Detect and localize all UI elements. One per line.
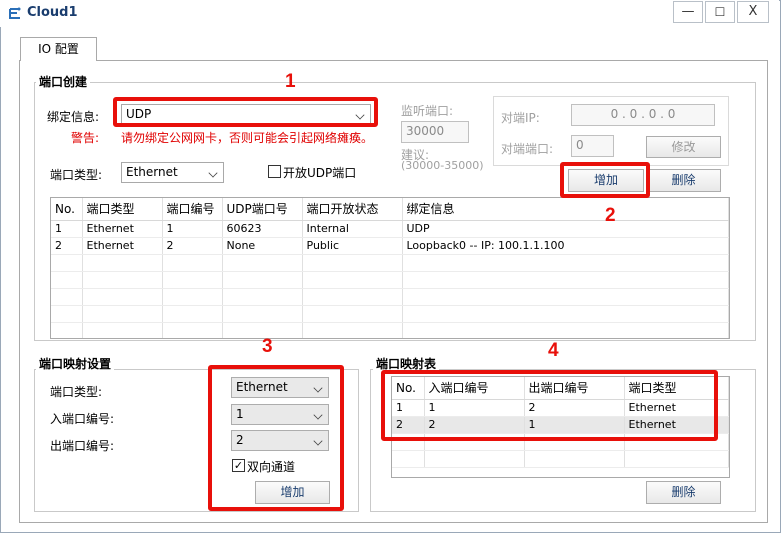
- warning-text: 请勿绑定公网网卡，否则可能会引起网络瘫痪。: [121, 131, 374, 145]
- modify-button[interactable]: 修改: [646, 136, 721, 158]
- port-table: No. 端口类型 端口编号 UDP端口号 端口开放状态 绑定信息 1 Ether…: [50, 197, 730, 339]
- table-cell: 2: [162, 237, 223, 255]
- column-header[interactable]: 端口类型: [82, 198, 163, 221]
- port-creation-title: 端口创建: [36, 73, 91, 90]
- table-cell: 1: [424, 399, 525, 417]
- table-cell: Ethernet: [624, 416, 729, 434]
- map-port-type-label: 端口类型:: [50, 385, 103, 399]
- bind-info-select[interactable]: UDP: [121, 104, 371, 125]
- bind-info-label: 绑定信息:: [47, 110, 100, 124]
- in-port-label: 入端口编号:: [50, 412, 115, 426]
- out-port-select[interactable]: 2: [231, 430, 329, 451]
- port-type-select[interactable]: Ethernet: [121, 162, 224, 183]
- column-header[interactable]: UDP端口号: [222, 198, 303, 221]
- out-port-label: 出端口编号:: [50, 439, 115, 453]
- listen-port-input[interactable]: 30000: [401, 121, 469, 143]
- listen-port-label: 监听端口:: [401, 104, 454, 118]
- table-cell: 1: [524, 416, 625, 434]
- peer-port-input[interactable]: 0: [571, 135, 614, 157]
- annotation-number-1: 1: [285, 71, 296, 92]
- column-header[interactable]: 入端口编号: [424, 377, 525, 400]
- add-mapping-button[interactable]: 增加: [255, 481, 330, 504]
- cloud-app-icon: [7, 6, 23, 22]
- annotation-number-4: 4: [548, 340, 559, 361]
- table-cell: 1: [162, 220, 223, 238]
- table-cell: 2: [392, 416, 425, 434]
- warning-label: 警告:: [71, 131, 100, 145]
- table-cell: 1: [392, 399, 425, 417]
- mapping-table-title: 端口映射表: [373, 355, 440, 372]
- port-type-value: Ethernet: [126, 165, 178, 179]
- bind-info-value: UDP: [126, 107, 152, 121]
- empty-row: [51, 271, 729, 289]
- peer-port-label: 对端端口:: [501, 142, 554, 156]
- open-udp-checkbox[interactable]: [268, 165, 281, 178]
- port-type-label: 端口类型:: [50, 168, 103, 182]
- peer-ip-input[interactable]: 0 . 0 . 0 . 0: [571, 104, 715, 126]
- column-header[interactable]: 端口开放状态: [302, 198, 403, 221]
- chevron-down-icon: [313, 436, 323, 446]
- add-port-button[interactable]: 增加: [568, 169, 644, 192]
- table-cell: 2: [424, 416, 525, 434]
- table-row[interactable]: 2 Ethernet 2 None Public Loopback0 -- IP…: [51, 237, 729, 255]
- empty-row: [51, 254, 729, 272]
- map-port-type-value: Ethernet: [236, 380, 288, 394]
- in-port-select[interactable]: 1: [231, 404, 329, 425]
- table-row[interactable]: 2 2 1 Ethernet: [392, 416, 729, 434]
- annotation-number-3: 3: [262, 336, 273, 357]
- table-cell: Ethernet: [82, 237, 163, 255]
- column-header[interactable]: 端口类型: [624, 377, 729, 400]
- chevron-down-icon: [208, 168, 218, 178]
- table-row[interactable]: 1 Ethernet 1 60623 Internal UDP: [51, 220, 729, 238]
- maximize-button[interactable]: ☐: [705, 1, 735, 23]
- table-cell: 2: [51, 237, 83, 255]
- chevron-down-icon: [313, 383, 323, 393]
- empty-row: [392, 433, 729, 451]
- empty-row: [392, 450, 729, 468]
- column-header[interactable]: 绑定信息: [402, 198, 729, 221]
- minimize-button[interactable]: —: [673, 1, 703, 23]
- delete-port-button[interactable]: 删除: [646, 169, 721, 192]
- table-cell: Public: [302, 237, 403, 255]
- open-udp-label: 开放UDP端口: [283, 166, 357, 180]
- column-header[interactable]: 端口编号: [162, 198, 223, 221]
- window-title: Cloud1: [27, 5, 78, 20]
- table-cell: 60623: [222, 220, 303, 238]
- table-cell: Loopback0 -- IP: 100.1.1.100: [402, 237, 729, 255]
- table-cell: UDP: [402, 220, 729, 238]
- table-header-row: No. 端口类型 端口编号 UDP端口号 端口开放状态 绑定信息: [51, 198, 729, 221]
- table-cell: Ethernet: [82, 220, 163, 238]
- mapping-table: No. 入端口编号 出端口编号 端口类型 1 1 2 Ethernet 2 2 …: [391, 376, 730, 478]
- table-cell: 1: [51, 220, 83, 238]
- annotation-number-2: 2: [605, 205, 616, 226]
- table-header-row: No. 入端口编号 出端口编号 端口类型: [392, 377, 729, 400]
- chevron-down-icon: [313, 410, 323, 420]
- title-bar[interactable]: [0, 0, 779, 27]
- chevron-down-icon: [355, 110, 365, 120]
- empty-row: [51, 322, 729, 338]
- column-header[interactable]: No.: [392, 377, 425, 400]
- map-port-type-select[interactable]: Ethernet: [231, 377, 329, 398]
- empty-row: [51, 305, 729, 323]
- table-cell: 2: [524, 399, 625, 417]
- suggest-range: (30000-35000): [401, 159, 484, 172]
- tab-io-config[interactable]: IO 配置: [20, 37, 97, 61]
- table-cell: Ethernet: [624, 399, 729, 417]
- peer-ip-label: 对端IP:: [501, 111, 540, 125]
- out-port-value: 2: [236, 433, 244, 447]
- mapping-settings-title: 端口映射设置: [36, 355, 115, 372]
- column-header[interactable]: 出端口编号: [524, 377, 625, 400]
- bidirectional-checkbox[interactable]: ✓: [232, 459, 245, 472]
- in-port-value: 1: [236, 407, 244, 421]
- column-header[interactable]: No.: [51, 198, 83, 221]
- table-cell: None: [222, 237, 303, 255]
- table-row[interactable]: 1 1 2 Ethernet: [392, 399, 729, 417]
- close-button[interactable]: X: [737, 1, 769, 23]
- table-cell: Internal: [302, 220, 403, 238]
- bidirectional-label: 双向通道: [247, 460, 296, 474]
- delete-mapping-button[interactable]: 删除: [646, 481, 721, 504]
- empty-row: [51, 288, 729, 306]
